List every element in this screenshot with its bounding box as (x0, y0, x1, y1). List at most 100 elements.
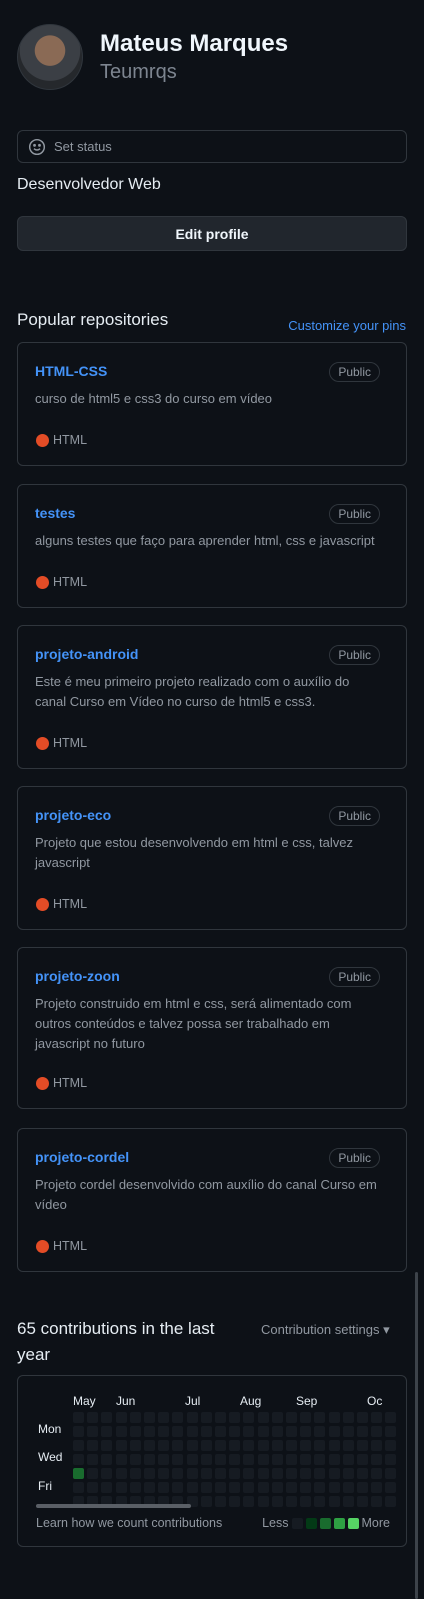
contribution-cell[interactable] (271, 1482, 283, 1493)
contribution-cell[interactable] (186, 1412, 198, 1423)
contribution-cell[interactable] (300, 1426, 312, 1437)
contribution-cell[interactable] (371, 1468, 383, 1479)
contribution-cell[interactable] (129, 1482, 141, 1493)
contribution-cell[interactable] (229, 1426, 241, 1437)
contribution-cell[interactable] (186, 1426, 198, 1437)
contribution-cell[interactable] (300, 1468, 312, 1479)
contribution-cell[interactable] (129, 1426, 141, 1437)
contribution-cell[interactable] (73, 1468, 84, 1479)
contribution-cell[interactable] (243, 1412, 255, 1423)
contribution-cell[interactable] (129, 1454, 141, 1465)
contribution-cell[interactable] (342, 1426, 354, 1437)
contribution-cell[interactable] (357, 1454, 368, 1465)
horizontal-scrollbar[interactable] (36, 1504, 191, 1508)
contribution-cell[interactable] (271, 1426, 283, 1437)
contribution-cell[interactable] (271, 1440, 283, 1451)
contribution-cell[interactable] (342, 1482, 354, 1493)
contribution-cell[interactable] (342, 1496, 354, 1507)
contribution-cell[interactable] (200, 1454, 212, 1465)
contribution-cell[interactable] (158, 1482, 170, 1493)
contribution-cell[interactable] (300, 1440, 312, 1451)
contribution-cell[interactable] (357, 1468, 368, 1479)
contribution-cell[interactable] (371, 1440, 383, 1451)
contribution-cell[interactable] (371, 1426, 383, 1437)
contribution-cell[interactable] (342, 1412, 354, 1423)
contribution-cell[interactable] (229, 1440, 241, 1451)
learn-contributions-link[interactable]: Learn how we count contributions (36, 1516, 222, 1530)
contribution-cell[interactable] (229, 1482, 241, 1493)
contribution-cell[interactable] (158, 1468, 170, 1479)
contribution-cell[interactable] (300, 1412, 312, 1423)
contribution-cell[interactable] (87, 1426, 99, 1437)
contribution-cell[interactable] (200, 1482, 212, 1493)
contribution-cell[interactable] (200, 1440, 212, 1451)
contribution-cell[interactable] (158, 1412, 170, 1423)
contribution-cell[interactable] (87, 1454, 99, 1465)
contribution-cell[interactable] (271, 1454, 283, 1465)
contribution-cell[interactable] (357, 1440, 368, 1451)
contribution-cell[interactable] (328, 1412, 340, 1423)
contribution-cell[interactable] (172, 1440, 184, 1451)
contribution-cell[interactable] (314, 1440, 326, 1451)
contribution-cell[interactable] (243, 1468, 255, 1479)
contribution-cell[interactable] (87, 1412, 99, 1423)
contribution-cell[interactable] (129, 1468, 141, 1479)
contribution-cell[interactable] (229, 1454, 241, 1465)
contribution-cell[interactable] (158, 1440, 170, 1451)
page-scrollbar[interactable] (415, 1272, 418, 1599)
contribution-cell[interactable] (158, 1454, 170, 1465)
contribution-cell[interactable] (286, 1454, 297, 1465)
contribution-cell[interactable] (215, 1482, 226, 1493)
contribution-cell[interactable] (257, 1482, 269, 1493)
contribution-cell[interactable] (257, 1454, 269, 1465)
contribution-cell[interactable] (229, 1496, 241, 1507)
contribution-cell[interactable] (385, 1496, 397, 1507)
contribution-cell[interactable] (144, 1468, 155, 1479)
customize-pins-link[interactable]: Customize your pins (288, 318, 406, 333)
contribution-cell[interactable] (215, 1454, 226, 1465)
contribution-cell[interactable] (243, 1440, 255, 1451)
contribution-cell[interactable] (300, 1482, 312, 1493)
contribution-cell[interactable] (115, 1440, 127, 1451)
contribution-cell[interactable] (342, 1468, 354, 1479)
contribution-cell[interactable] (215, 1496, 226, 1507)
edit-profile-button[interactable]: Edit profile (17, 216, 407, 251)
contribution-cell[interactable] (385, 1412, 397, 1423)
contribution-cell[interactable] (172, 1482, 184, 1493)
contribution-cell[interactable] (300, 1496, 312, 1507)
contribution-settings-dropdown[interactable]: Contribution settings ▾ (261, 1322, 390, 1338)
contribution-cell[interactable] (73, 1482, 84, 1493)
contribution-cell[interactable] (101, 1482, 113, 1493)
contribution-cell[interactable] (87, 1468, 99, 1479)
contribution-cell[interactable] (385, 1468, 397, 1479)
contribution-cell[interactable] (385, 1426, 397, 1437)
contribution-cell[interactable] (87, 1482, 99, 1493)
contribution-cell[interactable] (87, 1440, 99, 1451)
contribution-cell[interactable] (300, 1454, 312, 1465)
contribution-cell[interactable] (172, 1426, 184, 1437)
contribution-cell[interactable] (257, 1412, 269, 1423)
contribution-cell[interactable] (115, 1482, 127, 1493)
contribution-cell[interactable] (144, 1440, 155, 1451)
contribution-cell[interactable] (385, 1454, 397, 1465)
contribution-cell[interactable] (328, 1454, 340, 1465)
avatar[interactable] (17, 24, 83, 90)
contribution-cell[interactable] (328, 1496, 340, 1507)
contribution-cell[interactable] (385, 1482, 397, 1493)
contribution-cell[interactable] (144, 1426, 155, 1437)
contribution-cell[interactable] (215, 1468, 226, 1479)
contribution-cell[interactable] (328, 1482, 340, 1493)
contribution-cell[interactable] (314, 1496, 326, 1507)
contribution-cell[interactable] (371, 1482, 383, 1493)
contribution-cell[interactable] (286, 1426, 297, 1437)
contribution-cell[interactable] (271, 1496, 283, 1507)
contribution-cell[interactable] (357, 1496, 368, 1507)
contribution-cell[interactable] (342, 1440, 354, 1451)
contribution-cell[interactable] (101, 1412, 113, 1423)
contribution-cell[interactable] (371, 1454, 383, 1465)
contribution-cell[interactable] (200, 1496, 212, 1507)
contribution-cell[interactable] (314, 1412, 326, 1423)
contribution-cell[interactable] (229, 1468, 241, 1479)
contribution-cell[interactable] (73, 1454, 84, 1465)
contribution-cell[interactable] (172, 1468, 184, 1479)
